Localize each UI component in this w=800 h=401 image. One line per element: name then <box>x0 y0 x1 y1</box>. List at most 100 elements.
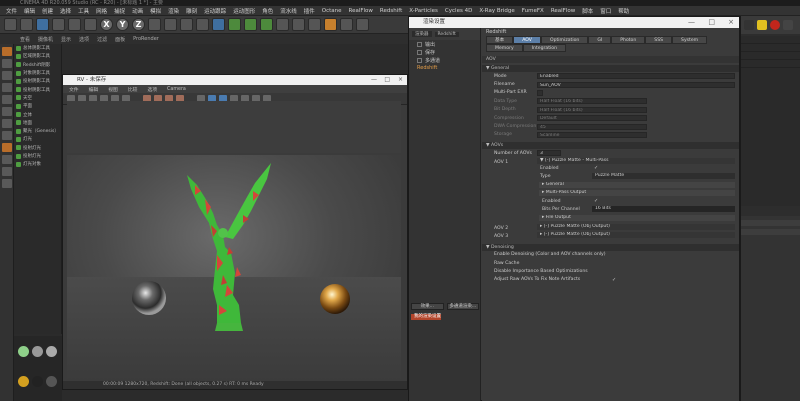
polygons-mode-icon[interactable] <box>2 119 12 128</box>
menu-item[interactable]: 帮助 <box>618 7 629 15</box>
sidebar-item-output[interactable]: 输出 <box>409 40 480 48</box>
sidebar-item-save[interactable]: 保存 <box>409 48 480 56</box>
viewport-menu-item[interactable]: 摄像机 <box>38 36 53 43</box>
object-row[interactable]: 立体 <box>14 110 61 118</box>
viewport-menu-item[interactable]: 显示 <box>61 36 71 43</box>
tab-optimization[interactable]: Optimization <box>540 36 589 44</box>
tweak-icon[interactable] <box>2 179 12 188</box>
gear-icon[interactable] <box>783 20 793 30</box>
scene-icon[interactable] <box>292 18 305 31</box>
aov1-enabled-check[interactable]: ✓ <box>594 165 598 171</box>
menu-item[interactable]: 运动图形 <box>233 7 255 15</box>
my-render-setting-item[interactable]: 我的渲染设置 <box>411 314 441 320</box>
tab-gi[interactable]: GI <box>588 36 612 44</box>
layout-icon[interactable] <box>744 20 754 30</box>
setting-value[interactable]: Half Float (16 bits) <box>537 106 647 113</box>
viewport-menu-item[interactable]: ProRender <box>133 36 159 42</box>
object-row[interactable]: 投射灯光 <box>14 152 61 160</box>
axis-x-button[interactable]: X <box>100 18 113 31</box>
setting-value[interactable] <box>537 89 543 96</box>
aov1-file-output-header[interactable]: ▸ File Output <box>539 214 735 222</box>
tab-aov[interactable]: AOV <box>513 36 541 44</box>
general-section-header[interactable]: ▼ General <box>482 65 739 72</box>
material-swatch[interactable] <box>32 376 43 387</box>
record-icon[interactable] <box>770 20 780 30</box>
workplane-icon[interactable] <box>2 83 12 92</box>
aov3-header[interactable]: ▸ [-] Puzzle Matte (Obj Output) <box>537 231 735 239</box>
spline-pen-icon[interactable] <box>228 18 241 31</box>
tab-sss[interactable]: SSS <box>645 36 673 44</box>
render-active-icon[interactable] <box>180 18 193 31</box>
redshift-icon[interactable] <box>356 18 369 31</box>
make-editable-icon[interactable] <box>2 47 12 56</box>
array-icon[interactable] <box>260 18 273 31</box>
scale-tool-icon[interactable] <box>68 18 81 31</box>
rv-menu-file[interactable]: 文件 <box>69 86 79 93</box>
viewport-menu-item[interactable]: 选项 <box>79 36 89 43</box>
material-swatch[interactable] <box>18 346 29 357</box>
setting-value[interactable]: Enabled <box>537 73 735 80</box>
deformer-icon[interactable] <box>276 18 289 31</box>
material-swatch[interactable] <box>18 376 29 387</box>
object-row[interactable]: 投射灯光 <box>14 144 61 152</box>
tab-基本[interactable]: 基本 <box>486 36 514 44</box>
viewport-menu-item[interactable]: 过滤 <box>97 36 107 43</box>
renderer-dropdown[interactable]: Redshift <box>434 31 459 37</box>
nurbs-icon[interactable] <box>244 18 257 31</box>
tab-integration[interactable]: Integration <box>522 44 567 52</box>
menu-item[interactable]: RealFlow <box>551 8 575 14</box>
aov1-type-dropdown[interactable]: Puzzle Matte <box>592 172 735 180</box>
menu-item[interactable]: 文件 <box>6 7 17 15</box>
menu-item[interactable]: Cycles 4D <box>445 8 472 14</box>
menu-item[interactable]: 选择 <box>60 7 71 15</box>
aov1-multipass-header[interactable]: ▸ Multi-Pass Output <box>539 189 735 197</box>
menu-item[interactable]: 渲染 <box>168 7 179 15</box>
cube-icon[interactable] <box>212 18 225 31</box>
object-row[interactable]: 平面 <box>14 102 61 110</box>
rv-menu-camera[interactable]: Camera <box>167 87 186 92</box>
aov1-general-header[interactable]: ▸ General <box>539 181 735 189</box>
material-swatch[interactable] <box>46 346 57 357</box>
menu-item[interactable]: 运动跟踪 <box>204 7 226 15</box>
sidebar-item-redshift[interactable]: Redshift <box>409 64 480 72</box>
axis-mode-icon[interactable] <box>2 131 12 140</box>
menu-item[interactable]: 工具 <box>78 7 89 15</box>
object-row[interactable]: Redshift阴影 <box>14 61 61 69</box>
model-mode-icon[interactable] <box>2 59 12 68</box>
setting-value[interactable]: Half Float (16 bits) <box>537 98 647 105</box>
setting-checkbox[interactable]: ✓ <box>612 277 616 283</box>
viewport-menu-item[interactable]: 面板 <box>115 36 125 43</box>
object-row[interactable]: 总体阴影工具 <box>14 44 61 52</box>
menu-item[interactable]: 创建 <box>42 7 53 15</box>
menu-item[interactable]: 角色 <box>262 7 273 15</box>
menu-item[interactable]: 雕刻 <box>186 7 197 15</box>
points-mode-icon[interactable] <box>2 95 12 104</box>
render-settings-icon[interactable] <box>196 18 209 31</box>
maximize-button[interactable]: □ <box>708 17 715 28</box>
rv-menu-compare[interactable]: 比较 <box>128 86 138 93</box>
sculpt-icon[interactable] <box>2 167 12 176</box>
object-row[interactable]: 聚光（Genesis） <box>14 127 61 135</box>
select-tool-icon[interactable] <box>36 18 49 31</box>
axis-z-button[interactable]: Z <box>132 18 145 31</box>
locking-icon[interactable] <box>2 155 12 164</box>
object-row[interactable]: 灯光对象 <box>14 160 61 168</box>
maximize-button[interactable]: □ <box>384 75 390 85</box>
num-aovs-input[interactable]: 3 <box>537 150 561 157</box>
object-row[interactable]: 对象阴影工具 <box>14 69 61 77</box>
rv-menu-edit[interactable]: 编辑 <box>89 86 99 93</box>
camera-icon[interactable] <box>308 18 321 31</box>
rotate-tool-icon[interactable] <box>84 18 97 31</box>
redo-icon[interactable] <box>20 18 33 31</box>
octane-icon[interactable] <box>340 18 353 31</box>
menu-item[interactable]: 流水线 <box>280 7 297 15</box>
setting-value[interactable]: Scanline <box>537 131 647 138</box>
menu-item[interactable]: 网格 <box>96 7 107 15</box>
move-tool-icon[interactable] <box>52 18 65 31</box>
render-view-icon[interactable] <box>164 18 177 31</box>
minimize-button[interactable]: — <box>688 17 695 28</box>
snap-icon[interactable] <box>2 143 12 152</box>
menu-item[interactable]: 动画 <box>132 7 143 15</box>
menu-item[interactable]: 插件 <box>304 7 315 15</box>
material-swatch[interactable] <box>32 346 43 357</box>
